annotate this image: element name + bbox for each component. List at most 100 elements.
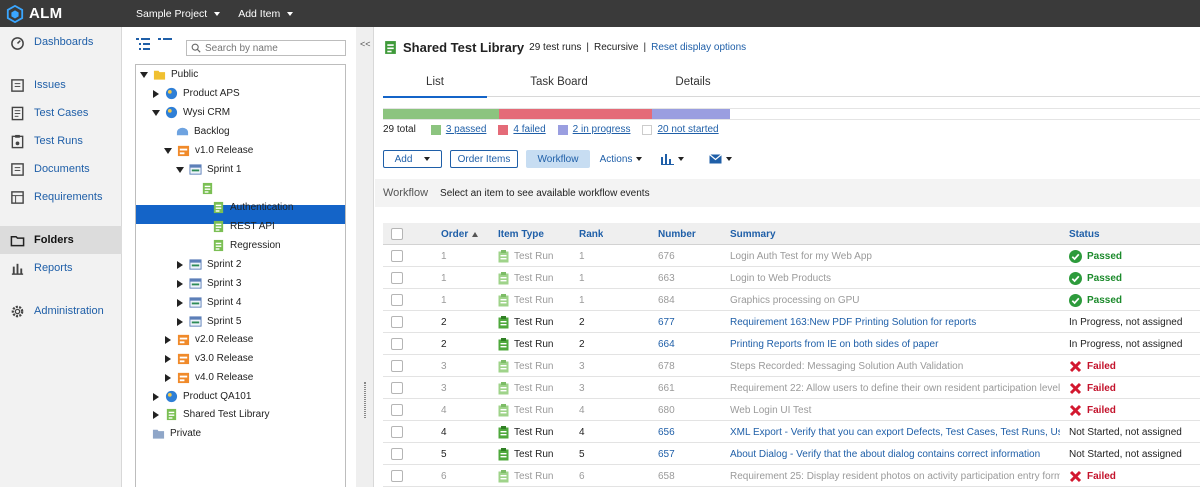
tree-node-sprint-2[interactable]: Sprint 2 — [176, 255, 241, 274]
tab-details[interactable]: Details — [645, 67, 741, 97]
table-row[interactable]: 1 Test Run 1 684 Graphics processing on GPU P… — [383, 289, 1200, 311]
expand-all-icon[interactable] — [136, 38, 150, 50]
add-button[interactable]: Add — [383, 150, 442, 168]
column-header-rank[interactable]: Rank — [579, 223, 603, 245]
tree-node-v4-release[interactable]: v4.0 Release — [164, 368, 253, 387]
summary-link[interactable]: Requirement 163:New PDF Printing Solutio… — [730, 311, 1060, 333]
nav-item-reports[interactable]: Reports — [0, 254, 122, 282]
expand-toggle-icon[interactable] — [153, 89, 159, 98]
tree-node-sprint-3[interactable]: Sprint 3 — [176, 274, 241, 293]
tree-node-authentication[interactable]: Authentication — [212, 198, 293, 217]
table-row[interactable]: 1 Test Run 1 663 Login to Web Products Passed — [383, 267, 1200, 289]
table-row[interactable]: 4 Test Run 4 656 XML Export - Verify that yo… — [383, 421, 1200, 443]
workflow-button[interactable]: Workflow — [526, 150, 590, 168]
row-checkbox[interactable] — [391, 338, 403, 350]
tree-node-sprint-4[interactable]: Sprint 4 — [176, 293, 241, 312]
tree-node-wysi-crm[interactable]: Wysi CRM — [152, 103, 230, 122]
expand-toggle-icon[interactable] — [165, 335, 171, 344]
tree-node-v1-release[interactable]: v1.0 Release — [164, 141, 253, 160]
expand-toggle-icon[interactable] — [152, 109, 160, 116]
tree-node-public[interactable]: Public — [140, 65, 198, 84]
summary-link[interactable]: Login to Web Products — [730, 267, 1060, 289]
pin-icon[interactable] — [297, 183, 308, 194]
tree-node-rest-api[interactable]: REST API — [212, 217, 275, 236]
tree-node-sprint-1[interactable]: Sprint 1 — [176, 160, 241, 179]
expand-toggle-icon[interactable] — [165, 354, 171, 363]
nav-item-dashboards[interactable]: Dashboards — [0, 28, 122, 56]
number-link[interactable]: 678 — [658, 355, 675, 377]
expand-toggle-icon[interactable] — [177, 279, 183, 288]
actions-menu[interactable]: Actions — [597, 150, 645, 168]
expand-toggle-icon[interactable] — [177, 298, 183, 307]
nav-item-test-runs[interactable]: Test Runs — [0, 127, 122, 155]
tree-node-shared-test-library-selected[interactable]: Shared Te... + — [188, 179, 341, 198]
column-header-order[interactable]: Order — [441, 223, 479, 245]
table-row[interactable]: 5 Test Run 5 657 About Dialog - Verify that … — [383, 443, 1200, 465]
tab-list[interactable]: List — [383, 67, 487, 98]
number-link[interactable]: 664 — [658, 333, 675, 355]
nav-item-folders[interactable]: Folders — [0, 226, 122, 254]
row-checkbox[interactable] — [391, 382, 403, 394]
table-row[interactable]: 2 Test Run 2 664 Printing Reports from IE on… — [383, 333, 1200, 355]
number-link[interactable]: 663 — [658, 267, 675, 289]
table-row[interactable]: 3 Test Run 3 678 Steps Recorded: Messaging S… — [383, 355, 1200, 377]
summary-link[interactable]: About Dialog - Verify that the about dia… — [730, 443, 1060, 465]
add-item-menu[interactable]: Add Item — [238, 8, 294, 20]
app-logo[interactable]: ALM — [0, 4, 122, 23]
row-checkbox[interactable] — [391, 272, 403, 284]
expand-toggle-icon[interactable] — [140, 71, 148, 78]
failed-filter-link[interactable]: 4 failed — [513, 124, 545, 135]
collapse-panel-icon[interactable]: << — [360, 39, 371, 49]
tree-node-sprint-5[interactable]: Sprint 5 — [176, 312, 241, 331]
summary-link[interactable]: Graphics processing on GPU — [730, 289, 1060, 311]
number-link[interactable]: 680 — [658, 399, 675, 421]
email-menu[interactable] — [705, 150, 735, 168]
nav-item-issues[interactable]: Issues — [0, 71, 122, 99]
summary-link[interactable]: Printing Reports from IE on both sides o… — [730, 333, 1060, 355]
tree-node-regression[interactable]: Regression — [212, 236, 281, 255]
progress-in-progress-segment[interactable] — [652, 109, 730, 119]
progress-failed-segment[interactable] — [499, 109, 652, 119]
number-link[interactable]: 658 — [658, 465, 675, 487]
summary-link[interactable]: Requirement 25: Display resident photos … — [730, 465, 1060, 487]
tree-node-product-qa101[interactable]: Product QA101 — [152, 387, 251, 406]
number-link[interactable]: 677 — [658, 311, 675, 333]
row-checkbox[interactable] — [391, 470, 403, 482]
number-link[interactable]: 661 — [658, 377, 675, 399]
column-header-summary[interactable]: Summary — [730, 223, 776, 245]
passed-filter-link[interactable]: 3 passed — [446, 124, 487, 135]
nav-item-requirements[interactable]: Requirements — [0, 183, 122, 211]
row-checkbox[interactable] — [391, 250, 403, 262]
number-link[interactable]: 657 — [658, 443, 675, 465]
project-menu[interactable]: Sample Project — [136, 8, 221, 20]
row-checkbox[interactable] — [391, 360, 403, 372]
row-checkbox[interactable] — [391, 448, 403, 460]
table-row[interactable]: 1 Test Run 1 676 Login Auth Test for my Web … — [383, 245, 1200, 267]
row-checkbox[interactable] — [391, 426, 403, 438]
expand-toggle-icon[interactable] — [164, 147, 172, 154]
expand-toggle-icon[interactable] — [153, 410, 159, 419]
panel-splitter[interactable]: << — [356, 27, 374, 487]
expand-toggle-icon[interactable] — [188, 185, 196, 192]
nav-item-documents[interactable]: Documents — [0, 155, 122, 183]
tab-task-board[interactable]: Task Board — [511, 67, 607, 97]
in-progress-filter-link[interactable]: 2 in progress — [573, 124, 631, 135]
chevron-down-icon[interactable] — [334, 186, 341, 191]
tree-node-shared-test-library[interactable]: Shared Test Library — [152, 405, 270, 424]
number-link[interactable]: 684 — [658, 289, 675, 311]
number-link[interactable]: 656 — [658, 421, 675, 443]
summary-link[interactable]: XML Export - Verify that you can export … — [730, 421, 1060, 443]
column-header-status[interactable]: Status — [1069, 223, 1100, 245]
tree-node-backlog[interactable]: Backlog — [176, 122, 230, 141]
collapse-all-icon[interactable] — [158, 38, 172, 50]
progress-passed-segment[interactable] — [383, 109, 499, 119]
nav-item-administration[interactable]: Administration — [0, 297, 122, 325]
resize-handle[interactable] — [364, 382, 366, 418]
table-row[interactable]: 4 Test Run 4 680 Web Login UI Test Failed — [383, 399, 1200, 421]
summary-link[interactable]: Requirement 22: Allow users to define th… — [730, 377, 1060, 399]
column-header-number[interactable]: Number — [658, 223, 696, 245]
tree-node-product-aps[interactable]: Product APS — [152, 84, 240, 103]
summary-link[interactable]: Steps Recorded: Messaging Solution Auth … — [730, 355, 1060, 377]
tree-search[interactable] — [186, 40, 346, 56]
chart-menu[interactable] — [657, 150, 687, 168]
